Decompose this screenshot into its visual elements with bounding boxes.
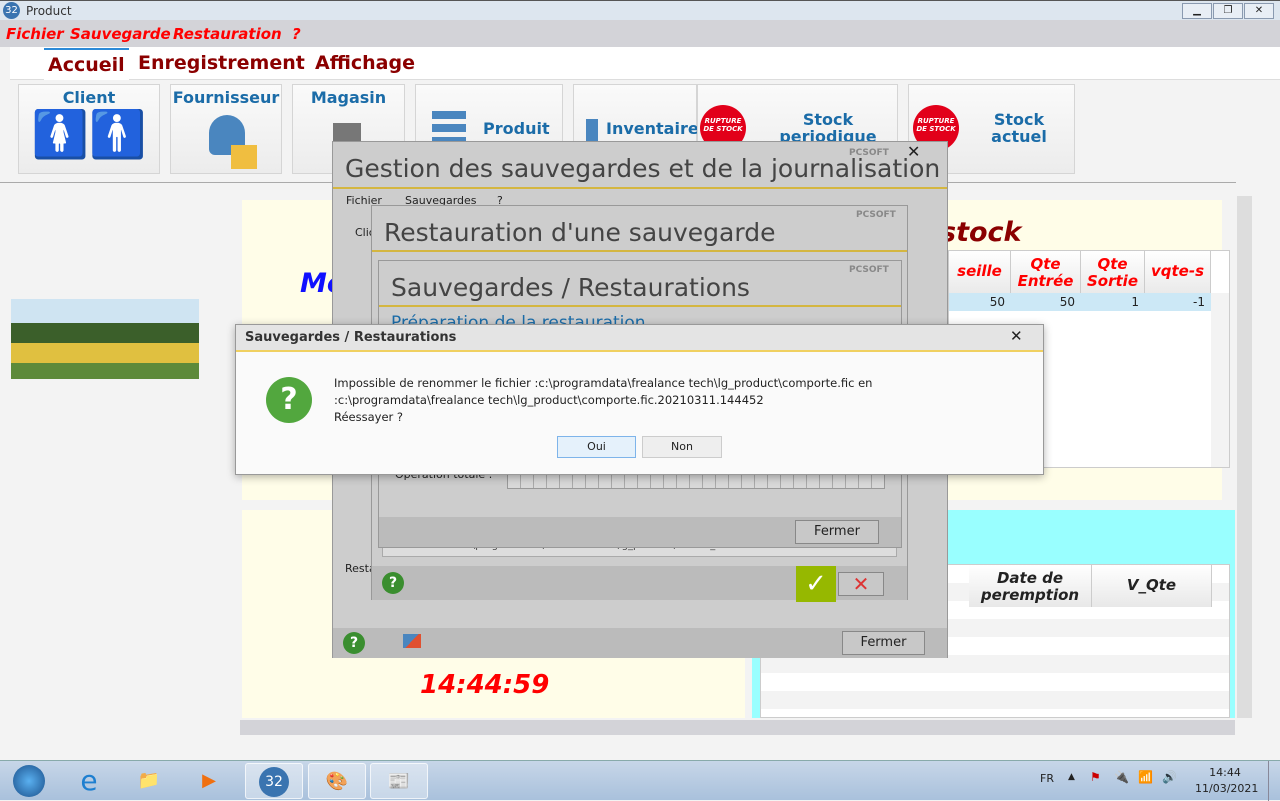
dialog-footer: Fermer: [379, 517, 901, 547]
dialog-footer: ? ✓ ✕: [372, 566, 907, 602]
vertical-scrollbar[interactable]: [1237, 196, 1252, 718]
column-header[interactable]: seille: [949, 251, 1011, 297]
pcsoft-logo: PCSOFT: [849, 148, 889, 158]
show-hidden-icons[interactable]: ▲: [1068, 772, 1075, 782]
validate-button[interactable]: ✓: [796, 566, 836, 602]
power-icon[interactable]: 🔌: [1114, 770, 1129, 784]
message-line: Réessayer ?: [334, 410, 404, 424]
help-icon[interactable]: ?: [382, 572, 404, 594]
cell: 50: [1059, 295, 1075, 309]
paint-icon[interactable]: 🎨: [308, 763, 366, 799]
divider: [333, 187, 947, 189]
client-label: Client: [62, 88, 116, 107]
divider: [372, 250, 907, 252]
message-text: Impossible de renommer le fichier :c:\pr…: [334, 375, 872, 426]
document-icon[interactable]: 📰: [370, 763, 428, 799]
menu-restauration[interactable]: Restauration: [173, 25, 282, 43]
client-button[interactable]: Client 🚺🚹: [18, 84, 160, 174]
message-title-bar: Sauvegardes / Restaurations ✕: [236, 325, 1043, 352]
close-icon[interactable]: ✕: [907, 142, 920, 161]
people-icon: 🚺🚹: [31, 107, 147, 161]
file-explorer-icon[interactable]: 📁: [120, 763, 178, 799]
show-desktop-button[interactable]: [1268, 761, 1280, 801]
menu-help[interactable]: ?: [292, 25, 301, 43]
time: 14:44: [1209, 766, 1241, 779]
dialog-title: Restauration d'une sauvegarde: [384, 218, 776, 247]
dialog-title: Gestion des sauvegardes et de la journal…: [345, 154, 941, 183]
taskbar: e 📁 ▶ 32 🎨 📰 FR ▲ ⚑ 🔌 📶 🔊 14:44 11/03/20…: [0, 760, 1280, 801]
divider: [379, 305, 901, 307]
cell: 1: [1131, 295, 1139, 309]
dialog-title: Sauvegardes / Restaurations: [391, 273, 750, 302]
column-header[interactable]: Date de peremption: [969, 565, 1092, 607]
stock-title: stock: [940, 217, 1022, 248]
message-line: Impossible de renommer le fichier :c:\pr…: [334, 376, 873, 390]
tab-accueil[interactable]: Accueil: [44, 48, 129, 80]
table-scrollbar[interactable]: [1211, 293, 1229, 467]
start-button[interactable]: [0, 763, 58, 799]
inventory-icon: [586, 119, 598, 141]
action-center-icon[interactable]: ⚑: [1090, 770, 1101, 784]
fournisseur-label: Fournisseur: [172, 88, 280, 107]
question-icon: ?: [266, 377, 312, 423]
box-icon: [231, 145, 257, 169]
internet-explorer-icon[interactable]: e: [60, 763, 118, 799]
title-bar: 32 Product ▁ ❐ ✕: [0, 0, 1280, 20]
cell: 50: [989, 295, 1005, 309]
help-icon[interactable]: ?: [343, 632, 365, 654]
cancel-button[interactable]: ✕: [838, 572, 884, 596]
menu-bar: Fichier Sauvegarde Restauration ?: [0, 20, 1280, 47]
menu-fichier[interactable]: Fichier: [6, 25, 64, 43]
fournisseur-button[interactable]: Fournisseur: [170, 84, 282, 174]
clock: 14:44:59: [420, 670, 550, 700]
message-title: Sauvegardes / Restaurations: [245, 330, 457, 345]
fermer-button[interactable]: Fermer: [795, 520, 879, 544]
message-line: :c:\programdata\frealance tech\lg_produc…: [334, 393, 764, 407]
pcsoft-logo: PCSOFT: [849, 265, 889, 275]
ribbon-tabs: Accueil Enregistrement Affichage: [10, 47, 1280, 80]
stock-periodique-label: Stock periodique: [779, 110, 877, 146]
close-button[interactable]: ✕: [1244, 3, 1274, 19]
pcsoft-logo: PCSOFT: [856, 210, 896, 220]
column-header[interactable]: Qte Entrée: [1011, 251, 1081, 297]
app-icon: 32: [3, 2, 20, 19]
volume-icon[interactable]: 🔊: [1162, 770, 1177, 784]
language-indicator[interactable]: FR: [1040, 772, 1054, 785]
team-photo: [11, 299, 199, 379]
window-title: Product: [26, 4, 72, 18]
magasin-label: Magasin: [310, 88, 387, 107]
date: 11/03/2021: [1195, 782, 1259, 795]
cell: -1: [1193, 295, 1205, 309]
column-header[interactable]: V_Qte: [1092, 565, 1212, 607]
clock[interactable]: 14:44 11/03/2021: [1195, 765, 1259, 797]
stock-actuel-label: Stock actuel: [991, 110, 1047, 146]
network-icon[interactable]: 📶: [1138, 770, 1153, 784]
table-row[interactable]: 50 50 1 -1: [949, 293, 1211, 311]
fermer-button[interactable]: Fermer: [842, 631, 925, 655]
horizontal-scrollbar[interactable]: [240, 720, 1235, 735]
product-app-icon[interactable]: 32: [245, 763, 303, 799]
produit-label: Produit: [483, 119, 550, 138]
tab-enregistrement[interactable]: Enregistrement: [138, 52, 305, 74]
media-player-icon[interactable]: ▶: [180, 763, 238, 799]
column-header[interactable]: Qte Sortie: [1081, 251, 1145, 297]
dialog-footer: ? Fermer: [333, 628, 947, 658]
minimize-button[interactable]: ▁: [1182, 3, 1212, 19]
journal-icon[interactable]: [403, 634, 421, 648]
tab-affichage[interactable]: Affichage: [315, 52, 415, 74]
column-header[interactable]: vqte-s: [1145, 251, 1211, 297]
menu-sauvegarde[interactable]: Sauvegarde: [70, 25, 171, 43]
message-box: Sauvegardes / Restaurations ✕ ? Impossib…: [235, 324, 1044, 475]
maximize-button[interactable]: ❐: [1213, 3, 1243, 19]
close-icon[interactable]: ✕: [1010, 327, 1023, 345]
oui-button[interactable]: Oui: [557, 436, 636, 458]
non-button[interactable]: Non: [642, 436, 722, 458]
inventaire-label: Inventaire: [606, 119, 699, 138]
